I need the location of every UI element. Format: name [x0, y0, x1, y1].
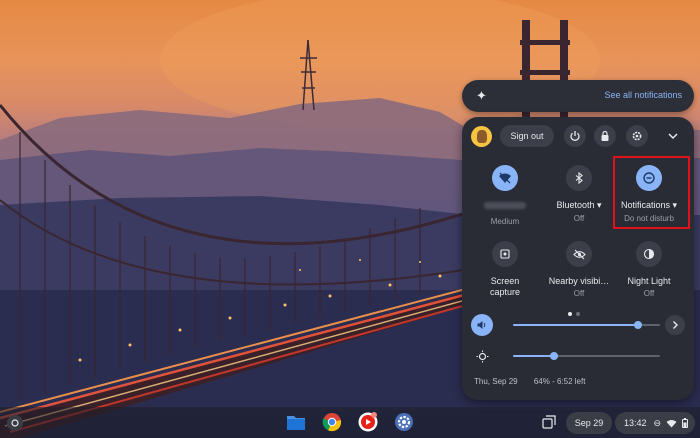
tile-wifi-sublabel: Medium	[490, 217, 520, 226]
audio-settings-button[interactable]	[665, 315, 685, 335]
lock-icon	[601, 130, 609, 141]
desks-icon	[542, 415, 556, 429]
files-icon	[287, 416, 305, 430]
settings-gear-icon	[395, 413, 413, 431]
brightness-icon	[476, 350, 488, 362]
shelf: Sep 29 13:42 ⊖	[0, 407, 700, 438]
brightness-icon-wrap	[471, 345, 493, 367]
wifi-network-name-blurred	[484, 202, 526, 209]
notification-bar: ✦ See all notifications	[462, 80, 694, 112]
status-footer: Thu, Sep 29 64% - 6:52 left	[474, 377, 599, 386]
tile-nearby-sublabel: Off	[573, 289, 585, 298]
night-light-icon	[636, 241, 662, 267]
date-tray-button[interactable]: Sep 29	[566, 412, 612, 434]
clock-time: 13:42	[624, 418, 647, 428]
settings-button[interactable]	[626, 125, 648, 147]
chevron-right-icon	[673, 321, 678, 329]
brightness-slider-handle[interactable]	[550, 352, 559, 360]
page-dot-active[interactable]	[568, 312, 572, 316]
tile-night-light[interactable]: Night Light Off	[613, 241, 685, 298]
tile-bluetooth-label: Bluetooth ▾	[556, 200, 602, 210]
battery-tray-icon	[682, 418, 689, 428]
screen-capture-icon	[492, 241, 518, 267]
collapse-button[interactable]	[667, 129, 679, 147]
volume-slider-handle[interactable]	[633, 321, 642, 329]
volume-slider-fill	[513, 324, 638, 326]
bluetooth-icon	[566, 165, 592, 191]
page-indicator	[568, 303, 584, 321]
footer-battery[interactable]: 64% - 6:52 left	[534, 377, 586, 386]
chevron-down-icon	[668, 133, 678, 140]
avatar[interactable]	[471, 126, 492, 147]
footer-date[interactable]: Thu, Sep 29	[474, 377, 518, 386]
tile-night-light-sublabel: Off	[643, 289, 655, 298]
tile-nearby-label: Nearby visibi…	[548, 276, 610, 286]
chrome-app[interactable]	[320, 410, 344, 434]
tile-screen-capture-label: Screen capture	[489, 276, 521, 297]
desks-button[interactable]	[537, 410, 561, 434]
youtube-music-app[interactable]	[356, 410, 380, 434]
volume-slider[interactable]	[513, 321, 660, 329]
tile-nearby-visibility[interactable]: Nearby visibi… Off	[543, 241, 615, 298]
sparkle-icon: ✦	[476, 88, 487, 103]
tile-bluetooth-sublabel: Off	[573, 214, 585, 223]
nearby-share-icon	[566, 241, 592, 267]
page-dot[interactable]	[576, 312, 580, 316]
dnd-tray-icon: ⊖	[653, 417, 662, 428]
wifi-icon	[492, 165, 518, 191]
power-icon	[570, 131, 580, 141]
files-app[interactable]	[284, 410, 308, 434]
brightness-slider[interactable]	[513, 352, 660, 360]
brightness-slider-fill	[513, 355, 555, 357]
volume-icon	[477, 321, 486, 329]
launcher-button[interactable]	[7, 415, 23, 431]
settings-app[interactable]	[392, 410, 416, 434]
launcher-icon	[11, 419, 19, 427]
sign-out-button[interactable]: Sign out	[500, 125, 554, 147]
tile-night-light-label: Night Light	[627, 276, 671, 286]
volume-mute-button[interactable]	[471, 314, 493, 336]
gear-icon	[632, 131, 642, 141]
tile-wifi[interactable]: Medium	[469, 165, 541, 226]
chrome-icon	[322, 413, 342, 432]
youtube-music-icon	[358, 412, 378, 432]
wifi-tray-icon	[666, 419, 677, 427]
tile-screen-capture[interactable]: Screen capture	[469, 241, 541, 298]
highlight-box	[613, 156, 690, 229]
status-tray-button[interactable]: 13:42 ⊖	[615, 412, 695, 434]
lock-button[interactable]	[594, 125, 616, 147]
see-all-notifications-link[interactable]: See all notifications	[604, 90, 682, 100]
tile-bluetooth[interactable]: Bluetooth ▾ Off	[543, 165, 615, 223]
power-button[interactable]	[564, 125, 586, 147]
